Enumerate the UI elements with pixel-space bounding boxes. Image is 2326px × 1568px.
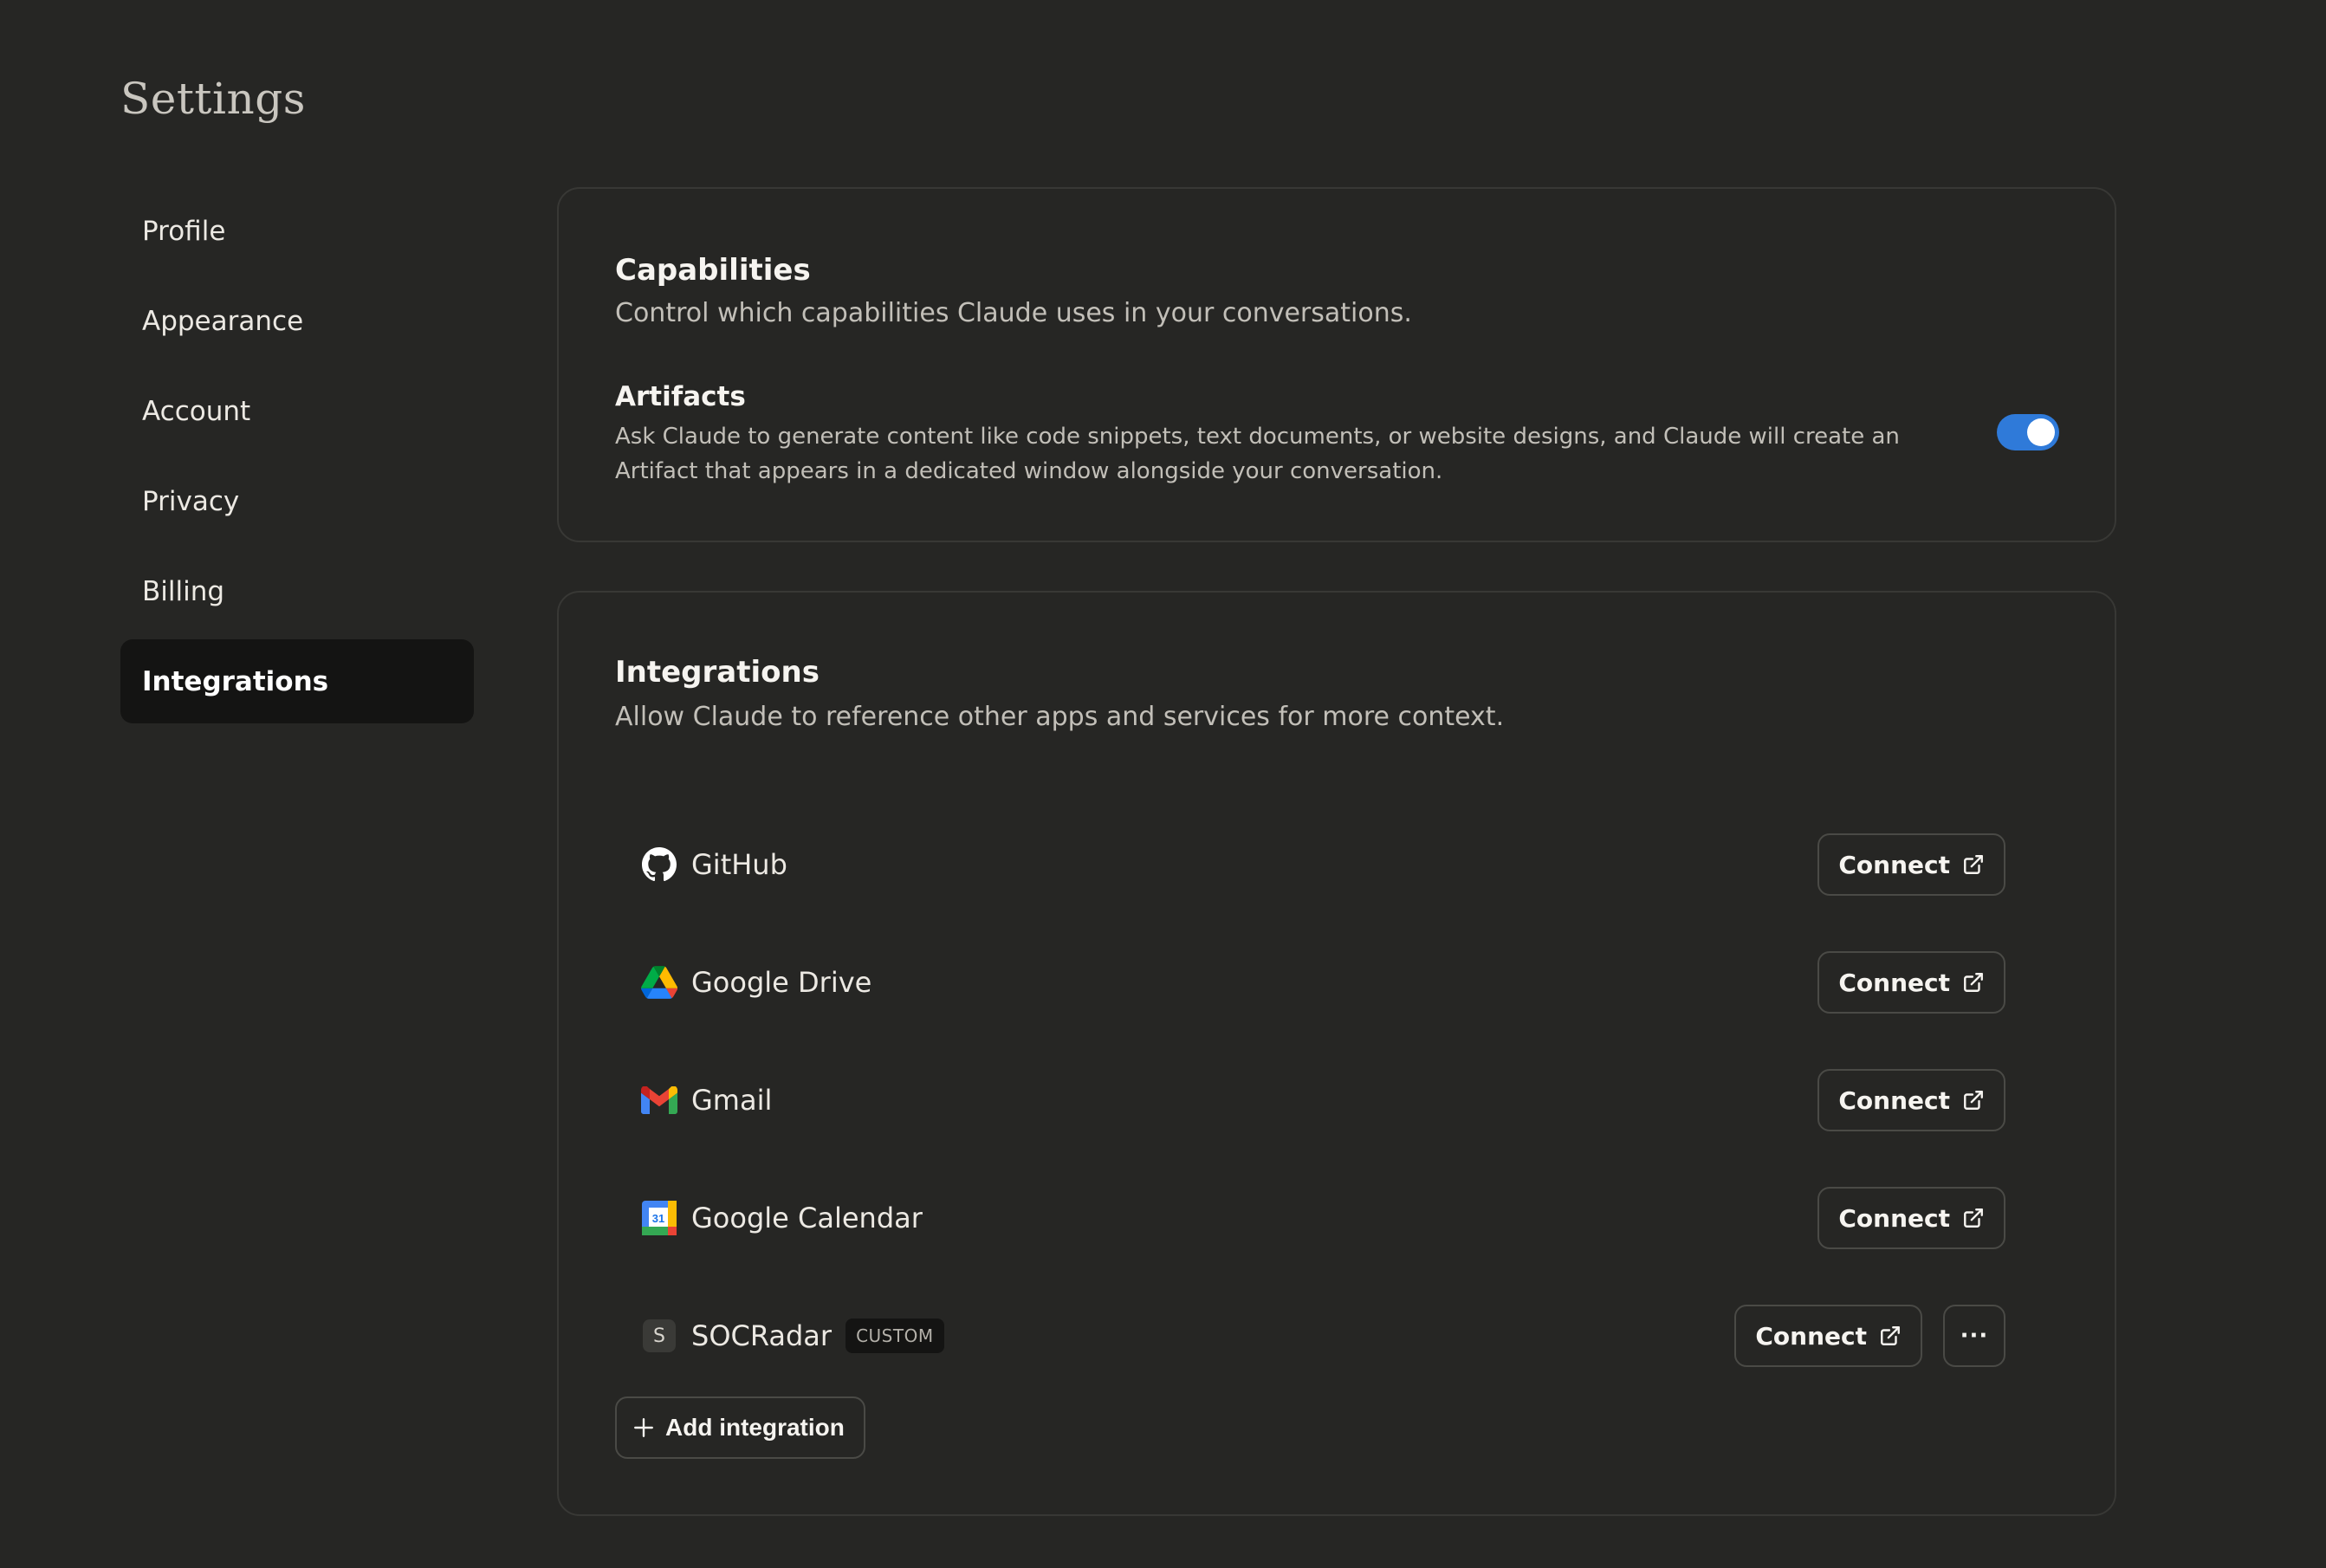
external-link-icon [1879, 1325, 1902, 1347]
capabilities-title: Capabilities [615, 253, 811, 288]
integration-name: SOCRadar [691, 1319, 833, 1352]
connect-label: Connect [1838, 1203, 1950, 1233]
external-link-icon [1962, 1207, 1985, 1229]
integration-name: Google Drive [691, 966, 872, 999]
sidebar-item-label: Account [142, 395, 251, 427]
integration-row-google-drive: Google Drive Connect [615, 923, 2005, 1041]
sidebar-item-integrations[interactable]: Integrations [120, 639, 474, 723]
artifacts-toggle[interactable] [1997, 414, 2059, 450]
calendar-day-number: 31 [652, 1212, 664, 1225]
google-drive-icon [641, 964, 677, 1001]
integrations-list: GitHub Connect Google Drive Connect Gmai… [615, 806, 2005, 1395]
capabilities-subtitle: Control which capabilities Claude uses i… [615, 298, 1412, 328]
integration-row-socradar: S SOCRadar CUSTOM Connect ··· [615, 1277, 2005, 1395]
integrations-title: Integrations [615, 655, 820, 690]
custom-badge: CUSTOM [846, 1319, 944, 1353]
sidebar-item-label: Billing [142, 575, 225, 607]
github-icon [641, 846, 677, 883]
sidebar-item-appearance[interactable]: Appearance [120, 279, 474, 363]
sidebar-item-profile[interactable]: Profile [120, 189, 474, 273]
letter-s-icon: S [641, 1318, 677, 1354]
connect-button-google-calendar[interactable]: Connect [1817, 1187, 2005, 1249]
sidebar-item-label: Privacy [142, 485, 240, 517]
integrations-subtitle: Allow Claude to reference other apps and… [615, 702, 1505, 732]
artifacts-title: Artifacts [615, 381, 746, 412]
gmail-icon [641, 1082, 677, 1118]
artifacts-description: Ask Claude to generate content like code… [615, 424, 1900, 484]
sidebar-item-label: Profile [142, 215, 226, 247]
toggle-knob [2027, 418, 2055, 446]
external-link-icon [1962, 853, 1985, 876]
integration-name: Google Calendar [691, 1202, 923, 1234]
integration-name: Gmail [691, 1084, 773, 1117]
sidebar-item-privacy[interactable]: Privacy [120, 459, 474, 543]
page-title: Settings [120, 74, 306, 124]
sidebar-item-label: Appearance [142, 305, 304, 337]
sidebar-item-label: Integrations [142, 665, 329, 697]
integration-row-github: GitHub Connect [615, 806, 2005, 923]
integration-row-google-calendar: 31 Google Calendar Connect [615, 1159, 2005, 1277]
connect-button-github[interactable]: Connect [1817, 833, 2005, 896]
connect-button-socradar[interactable]: Connect [1734, 1305, 1922, 1367]
sidebar-item-billing[interactable]: Billing [120, 549, 474, 633]
more-options-button[interactable]: ··· [1943, 1305, 2005, 1367]
letter-s: S [643, 1319, 676, 1352]
ellipsis-icon: ··· [1960, 1323, 1989, 1349]
settings-sidebar: Profile Appearance Account Privacy Billi… [120, 189, 474, 729]
add-integration-button[interactable]: Add integration [615, 1396, 865, 1459]
integration-name: GitHub [691, 848, 787, 881]
connect-label: Connect [1838, 1085, 1950, 1115]
integration-row-gmail: Gmail Connect [615, 1041, 2005, 1159]
external-link-icon [1962, 971, 1985, 994]
integrations-card: Integrations Allow Claude to reference o… [557, 591, 2116, 1516]
capabilities-card: Capabilities Control which capabilities … [557, 187, 2116, 542]
connect-label: Connect [1838, 968, 1950, 997]
connect-button-gmail[interactable]: Connect [1817, 1069, 2005, 1131]
sidebar-item-account[interactable]: Account [120, 369, 474, 453]
external-link-icon [1962, 1089, 1985, 1111]
connect-button-google-drive[interactable]: Connect [1817, 951, 2005, 1014]
connect-label: Connect [1755, 1321, 1867, 1351]
connect-label: Connect [1838, 850, 1950, 879]
add-integration-label: Add integration [665, 1414, 845, 1441]
plus-icon [632, 1416, 655, 1439]
google-calendar-icon: 31 [641, 1200, 677, 1236]
